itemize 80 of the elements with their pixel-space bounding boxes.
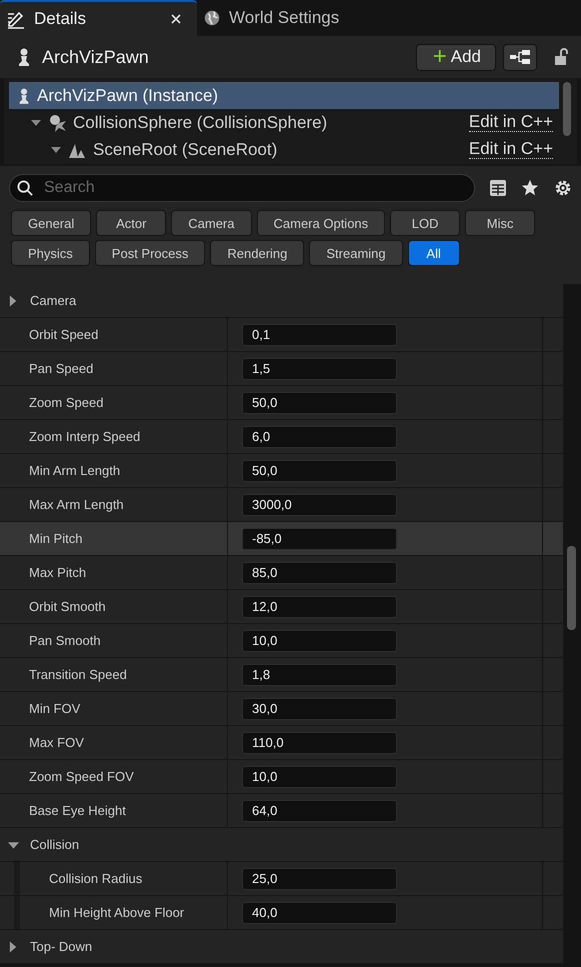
globe-icon <box>203 9 221 27</box>
pencil-icon <box>6 9 26 29</box>
blueprint-button[interactable] <box>503 44 537 70</box>
property-label: Min Pitch <box>29 531 82 546</box>
lock-icon[interactable] <box>553 47 571 67</box>
value-field[interactable]: 85,0 <box>242 562 397 584</box>
hierarchy-icon <box>509 49 531 65</box>
property-label: Pan Speed <box>29 361 94 376</box>
component-name: CollisionSphere (CollisionSphere) <box>73 112 328 132</box>
search-icon <box>17 180 34 197</box>
value-field[interactable]: 6,0 <box>242 426 397 448</box>
scrollbar-thumb[interactable] <box>567 546 576 630</box>
property-label: Transition Speed <box>29 667 127 682</box>
add-button[interactable]: + Add <box>416 44 496 70</box>
close-icon[interactable] <box>171 14 181 24</box>
component-row[interactable]: ArchVizPawn (Instance) <box>9 82 559 109</box>
pawn-icon <box>17 86 31 104</box>
property-label: Pan Smooth <box>29 633 101 648</box>
category-header[interactable]: Top- Down <box>0 930 563 964</box>
panel-tab[interactable]: Details <box>0 0 197 36</box>
property-label: Zoom Interp Speed <box>29 429 140 444</box>
property-label: Min Height Above Floor <box>49 905 184 920</box>
value-field[interactable]: 110,0 <box>242 732 397 754</box>
filter-button[interactable]: Post Process <box>94 240 206 266</box>
property-label: Zoom Speed <box>29 395 104 410</box>
pawn-icon <box>16 47 32 67</box>
property-label: Min FOV <box>29 701 80 716</box>
category-header[interactable]: Camera <box>0 284 563 318</box>
panel-tab[interactable]: World Settings <box>197 0 354 36</box>
component-name: ArchVizPawn (Instance) <box>37 86 218 106</box>
property-label: Base Eye Height <box>29 803 126 818</box>
filter-button[interactable]: Actor <box>96 210 166 236</box>
value-field[interactable]: 10,0 <box>242 766 397 788</box>
value-field[interactable]: 30,0 <box>242 698 397 720</box>
caret-icon <box>8 940 19 952</box>
value-field[interactable]: 64,0 <box>242 800 397 822</box>
actor-name: ArchVizPawn <box>42 46 149 68</box>
property-label: Max FOV <box>29 735 84 750</box>
filter-button[interactable]: Physics <box>11 240 90 266</box>
property-label: Collision Radius <box>49 871 142 886</box>
property-label: Max Pitch <box>29 565 86 580</box>
filter-button[interactable]: General <box>11 210 92 236</box>
filter-button[interactable]: Camera <box>171 210 252 236</box>
settings-icon[interactable] <box>553 178 573 198</box>
property-label: Max Arm Length <box>29 497 124 512</box>
value-field[interactable]: 3000,0 <box>242 494 397 516</box>
property-label: Orbit Smooth <box>29 599 106 614</box>
value-field[interactable]: 1,8 <box>242 664 397 686</box>
property-label: Zoom Speed FOV <box>29 769 134 784</box>
filter-button[interactable]: Misc <box>465 210 536 236</box>
tab-label: World Settings <box>229 8 340 28</box>
category-header[interactable]: Collision <box>0 828 563 862</box>
filter-button[interactable]: Camera Options <box>256 210 386 236</box>
caret-icon <box>8 294 19 306</box>
edit-in-cpp-link[interactable]: Edit in C++ <box>468 140 553 160</box>
caret-icon[interactable] <box>31 118 41 128</box>
value-field[interactable]: 50,0 <box>242 392 397 414</box>
filter-button[interactable]: Streaming <box>309 240 403 266</box>
collision-sphere-icon <box>47 112 67 132</box>
star-icon[interactable] <box>521 179 539 197</box>
value-field[interactable]: 25,0 <box>242 868 397 890</box>
value-field[interactable]: 0,1 <box>242 324 397 346</box>
property-label: Min Arm Length <box>29 463 120 478</box>
value-field[interactable]: 10,0 <box>242 630 397 652</box>
component-name: SceneRoot (SceneRoot) <box>93 140 278 160</box>
table-icon[interactable] <box>489 179 507 197</box>
filter-button[interactable]: All <box>408 240 460 266</box>
caret-icon[interactable] <box>51 144 61 154</box>
tab-label: Details <box>34 9 87 29</box>
filter-button[interactable]: LOD <box>390 210 460 236</box>
scrollbar[interactable] <box>563 82 571 136</box>
filter-button[interactable]: Rendering <box>210 240 304 266</box>
value-field[interactable]: 12,0 <box>242 596 397 618</box>
value-field[interactable]: 50,0 <box>242 460 397 482</box>
value-field[interactable]: 1,5 <box>242 358 397 380</box>
property-label: Orbit Speed <box>29 327 98 342</box>
value-field[interactable]: 40,0 <box>242 902 397 924</box>
edit-in-cpp-link[interactable]: Edit in C++ <box>468 112 553 132</box>
value-field[interactable]: -85,0 <box>242 528 397 550</box>
search-field[interactable]: Search <box>9 174 475 202</box>
